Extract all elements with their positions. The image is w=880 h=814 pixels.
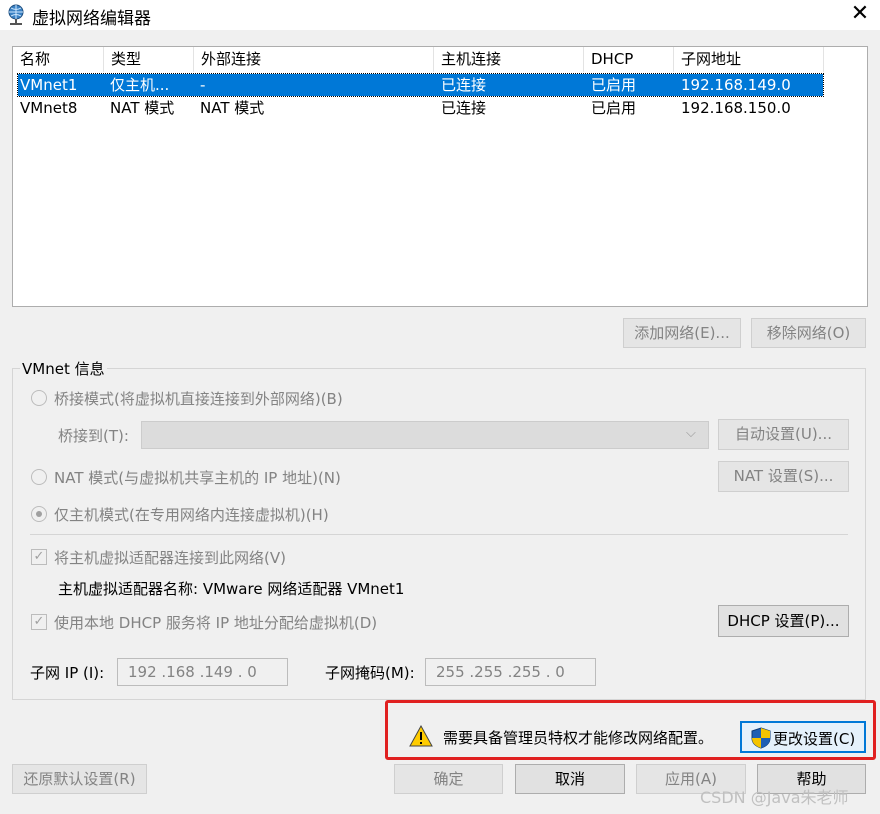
adapter-name-label: 主机虚拟适配器名称: VMware 网络适配器 VMnet1 bbox=[58, 580, 405, 598]
bridged-mode-radio[interactable] bbox=[31, 390, 47, 406]
subnet-ip-label: 子网 IP (I): bbox=[30, 664, 105, 682]
subnet-mask-label: 子网掩码(M): bbox=[325, 664, 415, 682]
cancel-button[interactable]: 取消 bbox=[515, 764, 625, 794]
restore-defaults-button[interactable]: 还原默认设置(R) bbox=[12, 764, 147, 794]
nat-mode-radio[interactable] bbox=[31, 469, 47, 485]
close-button[interactable]: ✕ bbox=[840, 0, 880, 30]
column-header-subnet[interactable]: 子网地址 bbox=[674, 47, 824, 72]
use-dhcp-label: 使用本地 DHCP 服务将 IP 地址分配给虚拟机(D) bbox=[54, 614, 378, 632]
divider bbox=[30, 534, 848, 535]
nat-mode-label: NAT 模式(与虚拟机共享主机的 IP 地址)(N) bbox=[54, 469, 341, 487]
cell-external: - bbox=[200, 76, 206, 94]
admin-notice-text: 需要具备管理员特权才能修改网络配置。 bbox=[443, 729, 714, 747]
bridge-to-select[interactable]: ⌵ bbox=[141, 421, 709, 449]
cell-type: 仅主机... bbox=[110, 76, 170, 94]
connect-adapter-checkbox[interactable]: ✓ bbox=[31, 549, 47, 565]
uac-shield-icon bbox=[751, 727, 771, 749]
subnet-mask-field[interactable]: 255 .255 .255 . 0 bbox=[425, 658, 596, 686]
cell-host: 已连接 bbox=[441, 76, 487, 94]
add-network-button[interactable]: 添加网络(E)... bbox=[623, 318, 741, 348]
change-settings-button[interactable]: 更改设置(C) bbox=[740, 721, 866, 753]
cell-dhcp: 已启用 bbox=[591, 99, 637, 117]
change-settings-label: 更改设置(C) bbox=[773, 730, 856, 748]
auto-settings-button[interactable]: 自动设置(U)... bbox=[718, 419, 849, 450]
vmnet-info-legend: VMnet 信息 bbox=[20, 358, 107, 379]
cell-name: VMnet8 bbox=[20, 99, 78, 117]
network-list[interactable]: 名称 类型 外部连接 主机连接 DHCP 子网地址 VMnet1 仅主机... … bbox=[12, 46, 868, 307]
cell-subnet: 192.168.149.0 bbox=[681, 76, 791, 94]
dhcp-settings-button[interactable]: DHCP 设置(P)... bbox=[718, 605, 849, 637]
column-header-host[interactable]: 主机连接 bbox=[434, 47, 584, 72]
table-row-vmnet1[interactable]: VMnet1 仅主机... - 已连接 已启用 192.168.149.0 bbox=[17, 73, 824, 97]
cell-external: NAT 模式 bbox=[200, 99, 265, 117]
cell-name: VMnet1 bbox=[20, 76, 78, 94]
bridged-mode-label: 桥接模式(将虚拟机直接连接到外部网络)(B) bbox=[54, 390, 343, 408]
host-only-mode-radio[interactable] bbox=[31, 506, 47, 522]
list-header: 名称 类型 外部连接 主机连接 DHCP 子网地址 bbox=[13, 47, 867, 72]
nat-settings-button[interactable]: NAT 设置(S)... bbox=[718, 461, 849, 492]
column-header-type[interactable]: 类型 bbox=[104, 47, 194, 72]
column-header-name[interactable]: 名称 bbox=[13, 47, 104, 72]
use-dhcp-checkbox[interactable]: ✓ bbox=[31, 614, 47, 630]
connect-adapter-label: 将主机虚拟适配器连接到此网络(V) bbox=[54, 549, 286, 567]
cell-type: NAT 模式 bbox=[110, 99, 175, 117]
title-bar: 虚拟网络编辑器 ✕ bbox=[0, 0, 880, 30]
column-header-dhcp[interactable]: DHCP bbox=[584, 47, 674, 72]
cell-host: 已连接 bbox=[441, 99, 487, 117]
network-globe-icon bbox=[6, 4, 26, 26]
table-row-vmnet8[interactable]: VMnet8 NAT 模式 NAT 模式 已连接 已启用 192.168.150… bbox=[18, 97, 823, 119]
bridge-to-label: 桥接到(T): bbox=[58, 427, 129, 445]
cell-dhcp: 已启用 bbox=[591, 76, 637, 94]
ok-button[interactable]: 确定 bbox=[394, 764, 503, 794]
column-header-external[interactable]: 外部连接 bbox=[194, 47, 434, 72]
subnet-ip-field[interactable]: 192 .168 .149 . 0 bbox=[117, 658, 288, 686]
watermark: CSDN @Java朱老师 bbox=[700, 788, 849, 807]
warning-icon bbox=[409, 724, 433, 747]
host-only-mode-label: 仅主机模式(在专用网络内连接虚拟机)(H) bbox=[54, 506, 329, 524]
chevron-down-icon: ⌵ bbox=[686, 426, 696, 441]
window-title: 虚拟网络编辑器 bbox=[32, 9, 151, 29]
remove-network-button[interactable]: 移除网络(O) bbox=[751, 318, 866, 348]
cell-subnet: 192.168.150.0 bbox=[681, 99, 791, 117]
